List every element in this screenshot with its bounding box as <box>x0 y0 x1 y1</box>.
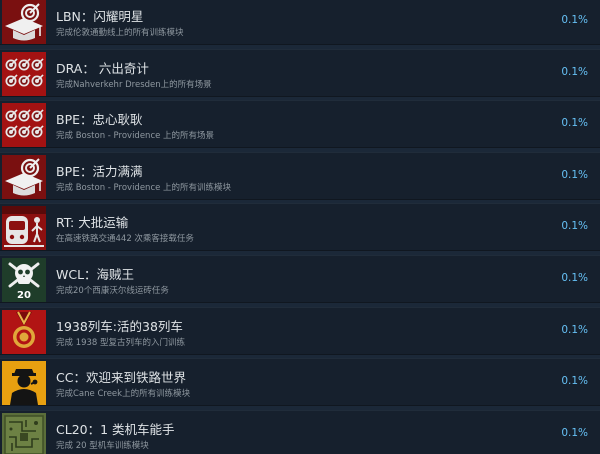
achievement-row[interactable]: RT: 大批运输在高速铁路交通442 次乘客接载任务 0.1% <box>0 203 600 252</box>
achievement-description: 完成 20 型机车训练模块 <box>56 440 149 451</box>
six-targets-icon <box>2 103 46 148</box>
achievement-row[interactable]: BPE：活力满满完成 Boston - Providence 上的所有训练模块 0… <box>0 151 600 200</box>
achievement-description: 完成Nahverkehr Dresden上的所有场景 <box>56 79 212 90</box>
achievement-description: 完成伦敦通勤线上的所有训练模块 <box>56 28 184 38</box>
achievement-description: 在高速铁路交通442 次乘客接载任务 <box>56 234 194 245</box>
unlock-percentage: 0.1% <box>561 14 588 26</box>
achievement-description: 完成 Boston - Providence 上的所有训练模块 <box>56 182 232 193</box>
unlock-percentage: 0.1% <box>561 65 588 78</box>
achievement-title: DRA： 六出奇计 <box>56 60 149 76</box>
circuit-board-icon <box>2 412 46 454</box>
achievement-title: RT: 大批运输 <box>56 215 129 231</box>
achievement-title: CL20：1 类机车能手 <box>56 421 175 437</box>
skull-crossbones-icon: 20 <box>2 258 46 302</box>
medal-icon <box>2 309 46 354</box>
achievement-description: 完成Cane Creek上的所有训练模块 <box>56 389 191 400</box>
achievement-title: 1938列车:活的38列车 <box>56 318 183 334</box>
achievement-badge: 20 <box>17 290 31 301</box>
achievement-description: 完成 1938 型复古列车的入门训练 <box>56 337 186 348</box>
achievement-row[interactable]: BPE：忠心耿耿完成 Boston - Providence 上的所有场景 0.1… <box>0 100 600 149</box>
achievement-title: LBN：闪耀明星 <box>56 9 144 24</box>
achievement-row[interactable]: CC：欢迎来到铁路世界完成Cane Creek上的所有训练模块 0.1% <box>0 358 600 407</box>
unlock-percentage: 0.1% <box>561 426 588 439</box>
graduation-cap-target-icon <box>2 0 46 44</box>
achievement-title: BPE：忠心耿耿 <box>56 112 143 128</box>
achievement-row[interactable]: DRA： 六出奇计完成Nahverkehr Dresden上的所有场景 0.1% <box>0 48 600 97</box>
graduation-cap-target-icon <box>2 154 46 199</box>
achievement-description: 完成 Boston - Providence 上的所有场景 <box>56 131 215 142</box>
achievement-description: 完成20个西康沃尔线运砖任务 <box>56 286 169 296</box>
unlock-percentage: 0.1% <box>561 323 588 336</box>
achievement-title: BPE：活力满满 <box>56 163 143 179</box>
unlock-percentage: 0.1% <box>561 375 588 388</box>
train-passenger-icon <box>2 206 46 251</box>
conductor-icon <box>2 361 46 406</box>
six-targets-icon <box>2 51 46 96</box>
achievement-title: CC：欢迎来到铁路世界 <box>56 370 186 386</box>
unlock-percentage: 0.1% <box>561 272 588 284</box>
achievement-row[interactable]: CL20：1 类机车能手完成 20 型机车训练模块 0.1% <box>0 409 600 454</box>
achievement-row[interactable]: 1938列车:活的38列车完成 1938 型复古列车的入门训练 0.1% <box>0 306 600 355</box>
unlock-percentage: 0.1% <box>561 117 588 130</box>
achievement-list: LBN：闪耀明星 完成伦敦通勤线上的所有训练模块 0.1% DRA： 六出奇计 … <box>0 0 600 454</box>
achievement-row[interactable]: 20 WCL：海贼王完成20个西康沃尔线运砖任务 0.1% <box>0 255 600 303</box>
unlock-percentage: 0.1% <box>561 168 588 181</box>
unlock-percentage: 0.1% <box>561 220 588 233</box>
achievement-row[interactable]: LBN：闪耀明星完成伦敦通勤线上的所有训练模块 0.1% <box>0 0 600 45</box>
achievement-title: WCL：海贼王 <box>56 267 135 282</box>
